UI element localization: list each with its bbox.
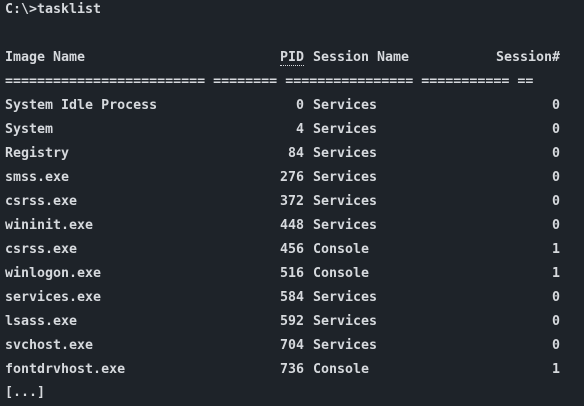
process-name: winlogon.exe [5, 266, 102, 281]
header-pid: PID [279, 46, 304, 70]
table-header: Image Name PID Session Name Session# [0, 46, 584, 70]
process-session-name: Console [313, 362, 370, 377]
process-session-name: Console [313, 266, 370, 281]
process-name: System [5, 122, 54, 137]
table-row: services.exe 584 Services 0 [0, 286, 584, 310]
process-session-name: Services [313, 98, 378, 113]
table-row: wininit.exe 448 Services 0 [0, 214, 584, 238]
table-row: System Idle Process 0 Services 0 [0, 94, 584, 118]
process-pid: 0 [295, 98, 304, 113]
process-pid: 516 [279, 266, 304, 281]
table-row: lsass.exe 592 Services 0 [0, 310, 584, 334]
process-session-number: 0 [551, 314, 560, 329]
process-pid: 736 [279, 362, 304, 377]
process-name: svchost.exe [5, 338, 94, 353]
process-session-number: 0 [551, 290, 560, 305]
table-row: svchost.exe 704 Services 0 [0, 334, 584, 358]
process-session-name: Services [313, 122, 378, 137]
process-session-name: Services [313, 170, 378, 185]
process-pid: 584 [279, 290, 304, 305]
process-session-number: 0 [551, 338, 560, 353]
process-session-name: Services [313, 194, 378, 209]
process-name: csrss.exe [5, 194, 78, 209]
process-name: Registry [5, 146, 70, 161]
process-pid: 704 [279, 338, 304, 353]
process-pid: 592 [279, 314, 304, 329]
process-session-number: 1 [551, 266, 560, 281]
header-session-number: Session# [495, 50, 560, 65]
process-name: csrss.exe [5, 242, 78, 257]
process-pid: 456 [279, 242, 304, 257]
process-session-name: Services [313, 314, 378, 329]
process-pid: 4 [295, 122, 304, 137]
table-row: fontdrvhost.exe 736 Console 1 [0, 358, 584, 382]
process-session-name: Services [313, 290, 378, 305]
process-session-number: 0 [551, 98, 560, 113]
truncation-marker: [...] [5, 385, 46, 400]
table-row: System 4 Services 0 [0, 118, 584, 142]
table-row: smss.exe 276 Services 0 [0, 166, 584, 190]
process-session-number: 1 [551, 242, 560, 257]
process-name: services.exe [5, 290, 102, 305]
process-pid: 276 [279, 170, 304, 185]
table-row: csrss.exe 372 Services 0 [0, 190, 584, 214]
process-session-number: 0 [551, 218, 560, 233]
process-name: System Idle Process [5, 98, 158, 113]
process-name: smss.exe [5, 170, 70, 185]
process-name: fontdrvhost.exe [5, 362, 126, 377]
process-session-name: Console [313, 242, 370, 257]
process-name: wininit.exe [5, 218, 94, 233]
header-separator: ========================= ======== =====… [5, 74, 534, 89]
process-session-number: 0 [551, 146, 560, 161]
header-session-name: Session Name [313, 50, 410, 65]
process-session-name: Services [313, 338, 378, 353]
process-name: lsass.exe [5, 314, 78, 329]
process-pid: 372 [279, 194, 304, 209]
process-session-name: Services [313, 218, 378, 233]
process-session-name: Services [313, 146, 378, 161]
terminal-window[interactable]: C:\>tasklist Image Name PID Session Name… [0, 0, 584, 406]
process-pid: 84 [287, 146, 304, 161]
table-row: Registry 84 Services 0 [0, 142, 584, 166]
header-image-name: Image Name [5, 50, 86, 65]
command-prompt: C:\>tasklist [5, 2, 102, 17]
process-session-number: 0 [551, 170, 560, 185]
process-session-number: 0 [551, 194, 560, 209]
process-pid: 448 [279, 218, 304, 233]
process-session-number: 1 [551, 362, 560, 377]
table-row: winlogon.exe 516 Console 1 [0, 262, 584, 286]
table-row: csrss.exe 456 Console 1 [0, 238, 584, 262]
process-session-number: 0 [551, 122, 560, 137]
header-pid-label: PID [279, 50, 304, 66]
